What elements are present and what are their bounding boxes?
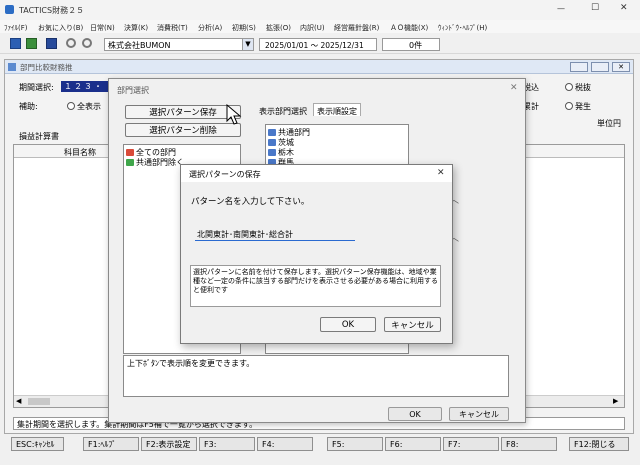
- folder-red-icon: [126, 148, 134, 156]
- grid-icon[interactable]: [26, 38, 37, 49]
- radio-show-all[interactable]: 全表示: [67, 101, 101, 112]
- dept-cancel-button[interactable]: キャンセル: [449, 407, 509, 421]
- count-field: 0件: [382, 38, 440, 51]
- menu-favorites[interactable]: お気に入り(B): [38, 23, 83, 33]
- save-dialog-titlebar: 選択パターンの保存 ✕: [181, 165, 452, 182]
- bg-close-button[interactable]: ✕: [612, 62, 630, 72]
- dept-dialog-close-icon[interactable]: ✕: [510, 83, 518, 93]
- pattern-name-value: 北関東計･南関東計･総合計: [197, 230, 293, 239]
- date-range-field[interactable]: 2025/01/01 ～ 2025/12/31: [259, 38, 377, 51]
- scroll-left-arrow[interactable]: ◀: [16, 397, 21, 405]
- bg-maximize-button[interactable]: [591, 62, 609, 72]
- section-label: 損益計算書: [19, 132, 59, 141]
- fkey-f8[interactable]: F8:: [501, 437, 557, 451]
- dept-blue-icon: [268, 128, 276, 136]
- bg-minimize-button[interactable]: [570, 62, 588, 72]
- menu-initial[interactable]: 初期(S): [232, 23, 256, 33]
- record-count: 0件: [409, 41, 423, 50]
- aux-label: 補助:: [19, 102, 38, 111]
- menu-closing[interactable]: 決算(K): [124, 23, 148, 33]
- menu-compass[interactable]: 経営羅針盤(R): [334, 23, 379, 33]
- fkey-f3[interactable]: F3:: [199, 437, 255, 451]
- fkey-f1[interactable]: F1:ﾍﾙﾌﾟ: [83, 437, 139, 451]
- menu-window-help[interactable]: ｳｨﾝﾄﾞｳ･ﾍﾙﾌﾟ(H): [438, 23, 487, 33]
- menu-file[interactable]: ﾌｧｲﾙ(F): [4, 23, 28, 33]
- toolbar: 株式会社BUMON ▼ 2025/01/01 ～ 2025/12/31 0件: [0, 34, 640, 54]
- tab-selected-depts[interactable]: 表示部門選択: [259, 106, 307, 117]
- pattern-item-exclude-common-label: 共通部門除く: [136, 157, 184, 167]
- dept-info-box: 上下ﾎﾞﾀﾝで表示順を変更できます。: [123, 355, 509, 397]
- radio-tax-excl[interactable]: 税抜: [565, 82, 591, 93]
- scroll-right-arrow[interactable]: ▶: [613, 397, 618, 405]
- menu-analysis[interactable]: 分析(A): [198, 23, 222, 33]
- fkey-esc[interactable]: ESC:ｷｬﾝｾﾙ: [11, 437, 64, 451]
- menu-tax[interactable]: 消費税(T): [157, 23, 188, 33]
- save-pattern-button[interactable]: 選択パターン保存: [125, 105, 241, 119]
- delete-pattern-button[interactable]: 選択パターン削除: [125, 123, 241, 137]
- menu-bar: ﾌｧｲﾙ(F) お気に入り(B) 日常(N) 決算(K) 消費税(T) 分析(A…: [0, 20, 640, 33]
- dept-item-ibaraki[interactable]: 茨城: [266, 137, 408, 147]
- save-dialog-close-icon[interactable]: ✕: [437, 168, 445, 178]
- period-select[interactable]: １２３・: [61, 81, 109, 92]
- dept-info-text: 上下ﾎﾞﾀﾝで表示順を変更できます。: [127, 359, 255, 368]
- save-help-text: 選択パターンに名前を付けて保存します。選択パターン保存機能は、地域や業種など一定…: [193, 268, 438, 294]
- radio-occurrence-label: 発生: [575, 102, 591, 111]
- app-title-bar: TACTICS財務２５ — ☐ ✕: [0, 0, 640, 20]
- dept-item-common[interactable]: 共通部門: [266, 127, 408, 137]
- menu-extend[interactable]: 拡張(O): [266, 23, 291, 33]
- company-dropdown-button[interactable]: ▼: [242, 39, 253, 50]
- folder-green-icon: [126, 158, 134, 166]
- radio-show-all-circle[interactable]: [67, 102, 75, 110]
- minimize-button[interactable]: —: [557, 4, 565, 13]
- save-help-box: 選択パターンに名前を付けて保存します。選択パターン保存機能は、地域や業種など一定…: [190, 265, 441, 307]
- bg-window-title: 部門比較財務推: [20, 63, 73, 72]
- radio-show-all-label: 全表示: [77, 102, 101, 111]
- save-icon[interactable]: [10, 38, 21, 49]
- fkey-f5[interactable]: F5:: [327, 437, 383, 451]
- tab-display-order[interactable]: 表示順設定: [313, 103, 361, 116]
- radio-tax-excl-label: 税抜: [575, 83, 591, 92]
- date-range: 2025/01/01 ～ 2025/12/31: [265, 41, 364, 50]
- search-next-icon[interactable]: [82, 38, 92, 48]
- fkey-f4[interactable]: F4:: [257, 437, 313, 451]
- save-dialog-prompt: パターン名を入力して下さい。: [191, 197, 310, 207]
- company-name: 株式会社BUMON: [108, 41, 171, 50]
- fkey-f2[interactable]: F2:表示設定: [141, 437, 197, 451]
- column-header-account: 科目名称: [64, 148, 96, 157]
- radio-tax-excl-circle[interactable]: [565, 83, 573, 91]
- fkey-f6[interactable]: F6:: [385, 437, 441, 451]
- save-dialog-title: 選択パターンの保存: [189, 170, 261, 179]
- dept-blue-icon: [268, 138, 276, 146]
- mouse-cursor-icon: [226, 104, 242, 125]
- app-title: TACTICS財務２５: [19, 6, 85, 15]
- fkey-f12[interactable]: F12:閉じる: [569, 437, 629, 451]
- company-field[interactable]: 株式会社BUMON ▼: [104, 38, 254, 51]
- mail-icon[interactable]: [46, 38, 57, 49]
- save-ok-button[interactable]: OK: [320, 317, 376, 332]
- fkey-f7[interactable]: F7:: [443, 437, 499, 451]
- search-icon[interactable]: [66, 38, 76, 48]
- unit-label: 単位円: [597, 119, 621, 128]
- menu-breakdown[interactable]: 内訳(U): [300, 23, 325, 33]
- bg-window-titlebar: 部門比較財務推 ✕: [5, 60, 633, 74]
- app-icon: [5, 5, 14, 14]
- menu-daily[interactable]: 日常(N): [90, 23, 115, 33]
- dept-item-tochigi[interactable]: 栃木: [266, 147, 408, 157]
- menu-ao[interactable]: ＡＯ機能(X): [390, 23, 428, 33]
- dept-ok-button[interactable]: OK: [388, 407, 442, 421]
- save-pattern-dialog: 選択パターンの保存 ✕ パターン名を入力して下さい。 北関東計･南関東計･総合計…: [180, 164, 453, 344]
- radio-occurrence[interactable]: 発生: [565, 101, 591, 112]
- pattern-item-all[interactable]: 全ての部門: [124, 147, 240, 157]
- dept-blue-icon: [268, 148, 276, 156]
- dept-dialog-title: 部門選択: [117, 86, 149, 95]
- maximize-button[interactable]: ☐: [591, 3, 599, 13]
- close-button[interactable]: ✕: [620, 3, 628, 13]
- period-label: 期間選択:: [19, 83, 54, 92]
- save-cancel-button[interactable]: キャンセル: [384, 317, 441, 332]
- radio-occurrence-circle[interactable]: [565, 102, 573, 110]
- bg-window-icon: [8, 63, 16, 71]
- scroll-thumb[interactable]: [28, 398, 50, 405]
- pattern-name-input[interactable]: 北関東計･南関東計･総合計: [195, 228, 355, 241]
